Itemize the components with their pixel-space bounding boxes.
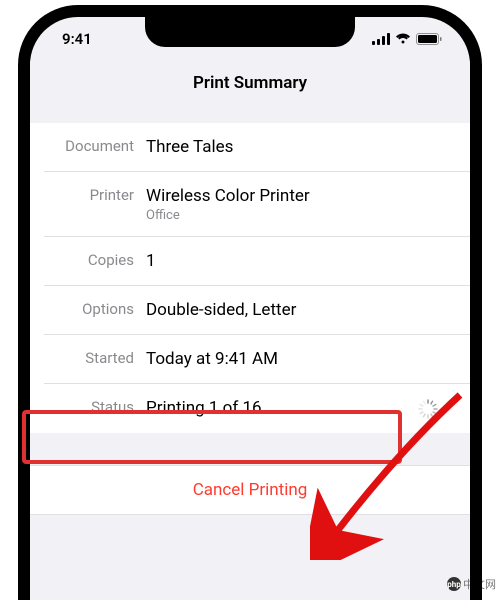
notch	[145, 17, 355, 47]
cancel-row[interactable]: Cancel Printing	[30, 465, 470, 515]
row-label: Printer	[44, 185, 146, 204]
row-label: Started	[44, 348, 146, 367]
row-value: 1	[146, 250, 454, 272]
phone-frame: 9:41 Print Summary Document Three Tales …	[18, 5, 482, 600]
page-title: Print Summary	[30, 73, 470, 93]
row-options: Options Double-sided, Letter	[44, 286, 470, 335]
content-list: Document Three Tales Printer Wireless Co…	[30, 123, 470, 433]
status-icons	[372, 30, 442, 49]
watermark: php 中文网	[447, 576, 496, 592]
row-document: Document Three Tales	[44, 123, 470, 172]
row-status: Status Printing 1 of 16...	[44, 384, 470, 432]
row-label: Options	[44, 299, 146, 318]
status-time: 9:41	[62, 30, 92, 48]
row-value: Wireless Color Printer	[146, 185, 310, 207]
wifi-icon	[395, 30, 411, 49]
spinner-icon	[418, 399, 438, 419]
cellular-signal-icon	[372, 30, 390, 49]
header: Print Summary	[30, 61, 470, 123]
row-label: Copies	[44, 250, 146, 269]
battery-icon	[416, 30, 442, 49]
row-copies: Copies 1	[44, 237, 470, 286]
row-printer: Printer Wireless Color Printer Office	[44, 172, 470, 237]
row-value: Three Tales	[146, 136, 454, 158]
row-value: Today at 9:41 AM	[146, 348, 454, 370]
watermark-text: 中文网	[463, 576, 496, 592]
watermark-logo-icon: php	[447, 577, 461, 591]
row-label: Document	[44, 136, 146, 155]
row-started: Started Today at 9:41 AM	[44, 335, 470, 384]
row-value-wrap: Wireless Color Printer Office	[146, 185, 310, 223]
section-gap	[30, 433, 470, 465]
row-subvalue: Office	[146, 208, 310, 223]
row-value: Double-sided, Letter	[146, 299, 454, 321]
row-label: Status	[44, 397, 146, 416]
row-value: Printing 1 of 16...	[146, 397, 454, 419]
cancel-printing-button[interactable]: Cancel Printing	[193, 480, 308, 500]
